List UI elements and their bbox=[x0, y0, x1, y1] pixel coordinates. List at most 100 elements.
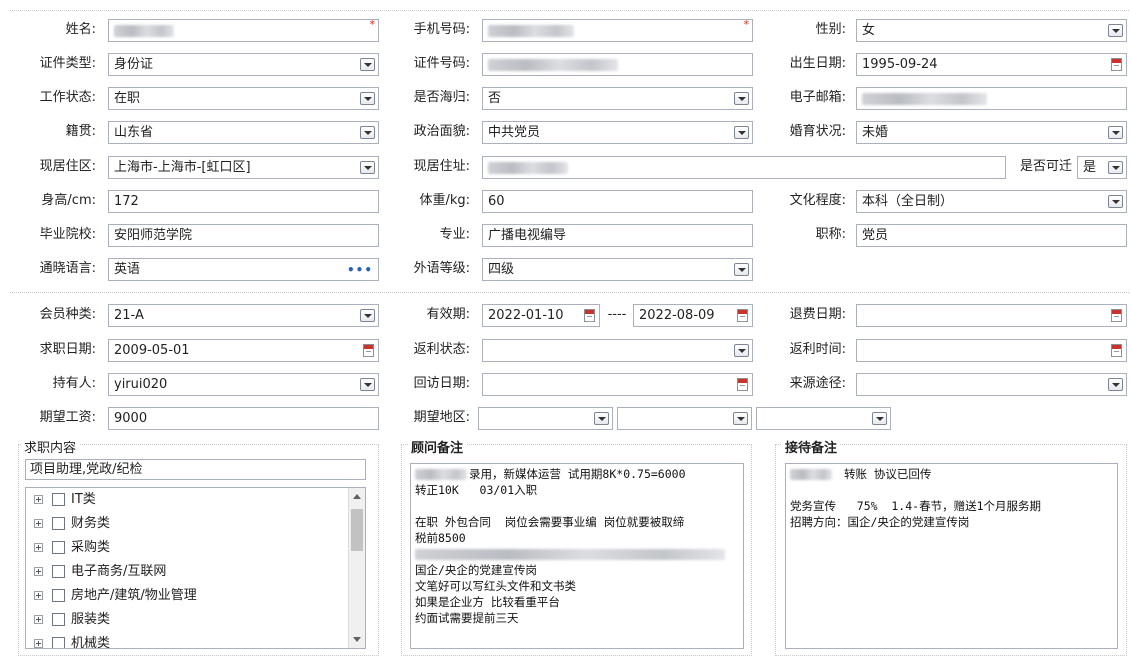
valid-from-input[interactable]: 2022-01-10 bbox=[482, 304, 600, 327]
source-select[interactable] bbox=[856, 373, 1127, 396]
major-input[interactable]: 广播电视编导 bbox=[482, 224, 753, 247]
checkbox[interactable] bbox=[52, 589, 65, 602]
tree-scrollbar[interactable] bbox=[348, 488, 365, 648]
visit-date-input[interactable] bbox=[482, 373, 753, 396]
chevron-down-icon[interactable] bbox=[734, 263, 749, 276]
region-province-select[interactable] bbox=[478, 407, 613, 430]
residence-area-label: 现居住区: bbox=[39, 159, 96, 174]
chevron-down-icon[interactable] bbox=[1108, 126, 1123, 139]
reception-notes-textarea[interactable]: 转账 协议已回传 党务宣传 75% 1.4-春节，赠送1个月服务期 招聘方向：国企/… bbox=[785, 463, 1118, 649]
valid-to-input[interactable]: 2022-08-09 bbox=[633, 304, 753, 327]
calendar-icon[interactable] bbox=[737, 378, 748, 391]
weight-input[interactable]: 60 bbox=[482, 190, 753, 213]
relocate-select[interactable]: 是 bbox=[1077, 156, 1127, 179]
region-district-select[interactable] bbox=[756, 407, 891, 430]
scroll-thumb[interactable] bbox=[351, 509, 363, 551]
expand-icon[interactable] bbox=[34, 495, 43, 504]
valid-period-separator: ---- bbox=[607, 307, 627, 322]
notes-line bbox=[415, 546, 739, 562]
calendar-icon[interactable] bbox=[584, 309, 595, 322]
chevron-down-icon[interactable] bbox=[360, 92, 375, 105]
checkbox[interactable] bbox=[52, 541, 65, 554]
calendar-icon[interactable] bbox=[363, 344, 374, 357]
expand-icon[interactable] bbox=[34, 567, 43, 576]
school-input[interactable]: 安阳师范学院 bbox=[108, 224, 379, 247]
job-category-tree[interactable]: IT类 财务类 采购类 电子商务/互联网 房地产/建筑/物业管理 服装类 机械类 bbox=[25, 487, 366, 649]
birth-date-input[interactable]: 1995-09-24 bbox=[856, 53, 1127, 76]
chevron-down-icon[interactable] bbox=[1108, 378, 1123, 391]
id-number-input[interactable] bbox=[482, 53, 753, 76]
expand-icon[interactable] bbox=[34, 591, 43, 600]
holder-select[interactable]: yirui020 bbox=[108, 373, 379, 396]
political-select[interactable]: 中共党员 bbox=[482, 121, 753, 144]
residence-area-value: 上海市-上海市-[虹口区] bbox=[114, 160, 251, 175]
expand-icon[interactable] bbox=[34, 615, 43, 624]
overseas-select[interactable]: 否 bbox=[482, 87, 753, 110]
work-status-select[interactable]: 在职 bbox=[108, 87, 379, 110]
salary-input[interactable]: 9000 bbox=[108, 407, 379, 430]
region-label: 期望地区: bbox=[413, 410, 470, 425]
residence-area-select[interactable]: 上海市-上海市-[虹口区] bbox=[108, 156, 379, 179]
checkbox[interactable] bbox=[52, 565, 65, 578]
refund-date-input[interactable] bbox=[856, 304, 1127, 327]
email-input[interactable] bbox=[856, 87, 1127, 110]
expand-icon[interactable] bbox=[34, 543, 43, 552]
chevron-down-icon[interactable] bbox=[360, 378, 375, 391]
scroll-up-icon[interactable] bbox=[353, 494, 361, 499]
id-type-select[interactable]: 身份证 bbox=[108, 53, 379, 76]
tree-item[interactable]: 房地产/建筑/物业管理 bbox=[26, 584, 365, 608]
chevron-down-icon[interactable] bbox=[733, 412, 748, 425]
height-input[interactable]: 172 bbox=[108, 190, 379, 213]
calendar-icon[interactable] bbox=[1111, 344, 1122, 357]
chevron-down-icon[interactable] bbox=[872, 412, 887, 425]
native-place-select[interactable]: 山东省 bbox=[108, 121, 379, 144]
chevron-down-icon[interactable] bbox=[360, 58, 375, 71]
chevron-down-icon[interactable] bbox=[1108, 24, 1123, 37]
calendar-icon[interactable] bbox=[1111, 58, 1122, 71]
chevron-down-icon[interactable] bbox=[360, 161, 375, 174]
lang-level-select[interactable]: 四级 bbox=[482, 258, 753, 281]
marital-select[interactable]: 未婚 bbox=[856, 121, 1127, 144]
region-city-select[interactable] bbox=[617, 407, 752, 430]
rebate-status-select[interactable] bbox=[482, 339, 753, 362]
member-type-select[interactable]: 21-A bbox=[108, 304, 379, 327]
gender-select[interactable]: 女 bbox=[856, 19, 1127, 42]
expand-icon[interactable] bbox=[34, 519, 43, 528]
chevron-down-icon[interactable] bbox=[734, 92, 749, 105]
scroll-down-icon[interactable] bbox=[353, 637, 361, 642]
chevron-down-icon[interactable] bbox=[734, 344, 749, 357]
chevron-down-icon[interactable] bbox=[734, 126, 749, 139]
title-input[interactable]: 党员 bbox=[856, 224, 1127, 247]
holder-value: yirui020 bbox=[114, 377, 168, 392]
checkbox[interactable] bbox=[52, 637, 65, 648]
chevron-down-icon[interactable] bbox=[1108, 161, 1123, 174]
expand-icon[interactable] bbox=[34, 639, 43, 648]
checkbox[interactable] bbox=[52, 613, 65, 626]
checkbox[interactable] bbox=[52, 517, 65, 530]
chevron-down-icon[interactable] bbox=[360, 309, 375, 322]
job-selected-display[interactable]: 项目助理,党政/纪检 bbox=[25, 459, 366, 480]
chevron-down-icon[interactable] bbox=[1108, 195, 1123, 208]
consultant-notes-textarea[interactable]: 录用，新媒体运营 试用期8K*0.75=6000 转正10K 03/01入职 在职 … bbox=[410, 463, 744, 649]
name-input[interactable]: * bbox=[108, 19, 379, 42]
rebate-time-input[interactable] bbox=[856, 339, 1127, 362]
languages-input[interactable]: 英语 ••• bbox=[108, 258, 379, 281]
education-select[interactable]: 本科（全日制） bbox=[856, 190, 1127, 213]
more-icon[interactable]: ••• bbox=[347, 260, 373, 280]
residence-addr-input[interactable] bbox=[482, 156, 1006, 179]
job-seek-date-input[interactable]: 2009-05-01 bbox=[108, 339, 379, 362]
tree-item[interactable]: 财务类 bbox=[26, 512, 365, 536]
tree-item[interactable]: 电子商务/互联网 bbox=[26, 560, 365, 584]
tree-item[interactable]: 服装类 bbox=[26, 608, 365, 632]
chevron-down-icon[interactable] bbox=[594, 412, 609, 425]
checkbox[interactable] bbox=[52, 493, 65, 506]
phone-input[interactable]: * bbox=[482, 19, 753, 42]
calendar-icon[interactable] bbox=[1111, 309, 1122, 322]
chevron-down-icon[interactable] bbox=[360, 126, 375, 139]
tree-item[interactable]: IT类 bbox=[26, 488, 365, 512]
tree-item[interactable]: 采购类 bbox=[26, 536, 365, 560]
title-label: 职称: bbox=[815, 227, 846, 242]
native-place-label: 籍贯: bbox=[65, 124, 96, 139]
calendar-icon[interactable] bbox=[737, 309, 748, 322]
tree-item[interactable]: 机械类 bbox=[26, 632, 365, 648]
